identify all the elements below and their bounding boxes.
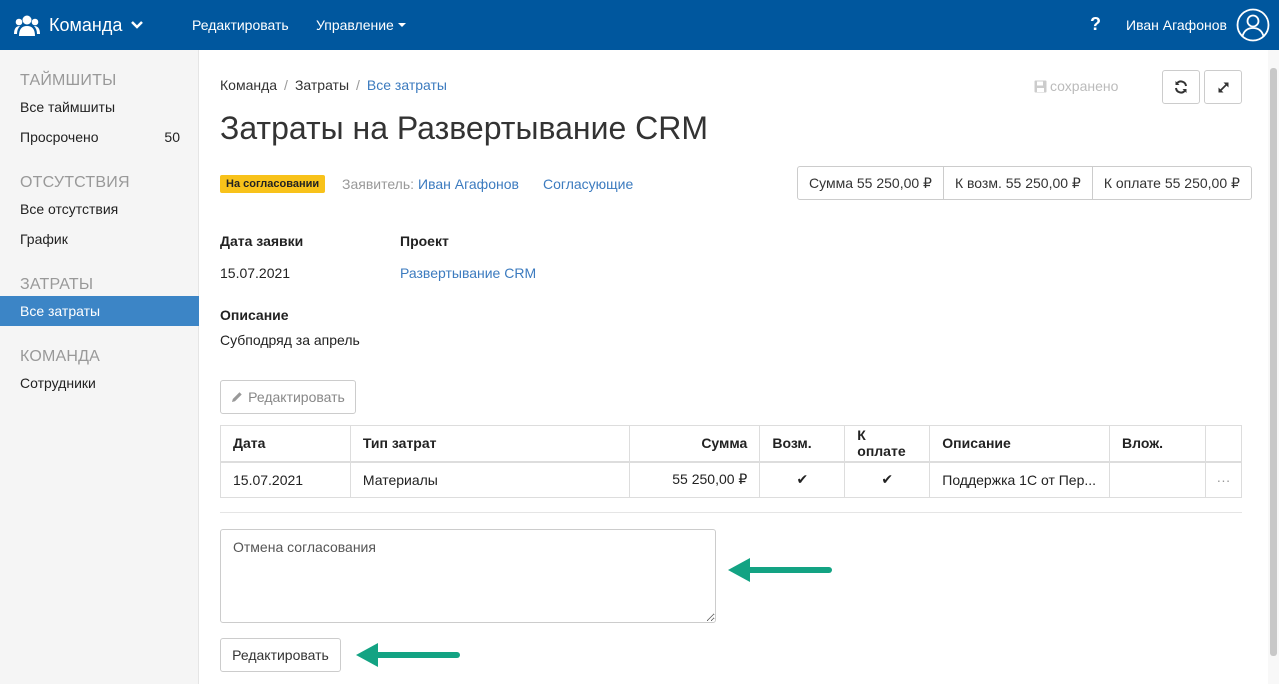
arrow-left-icon	[728, 558, 832, 582]
project-label: Проект	[400, 233, 449, 249]
expand-icon	[1218, 82, 1228, 92]
top-navbar: Команда Редактировать Управление ? Иван …	[0, 0, 1279, 50]
chevron-down-icon	[131, 21, 144, 29]
approvers-link[interactable]: Согласующие	[543, 176, 633, 192]
page-title: Затраты на Развертывание CRM	[220, 110, 708, 146]
check-icon: ✔	[844, 461, 931, 498]
arrow-left-icon	[356, 643, 460, 667]
comment-textarea[interactable]: Отмена согласования	[220, 529, 716, 623]
table-header-row: Дата Тип затрат Сумма Возм. К оплате Опи…	[220, 425, 1243, 463]
help-icon[interactable]: ?	[1090, 14, 1101, 35]
col-header-type[interactable]: Тип затрат	[349, 425, 631, 463]
breadcrumb-expenses[interactable]: Затраты	[295, 77, 349, 93]
cell-date: 15.07.2021	[220, 461, 351, 498]
sidebar-item-all-expenses[interactable]: Все затраты	[0, 296, 199, 326]
sidebar-item-label: График	[20, 231, 68, 247]
cell-description: Поддержка 1С от Пер...	[929, 461, 1111, 498]
description-value: Субподряд за апрель	[220, 332, 360, 348]
sidebar-item-employees[interactable]: Сотрудники	[0, 368, 199, 398]
sidebar-item-label: Сотрудники	[20, 375, 96, 391]
table-row[interactable]: 15.07.2021 Материалы 55 250,00 ₽ ✔ ✔ Под…	[220, 461, 1243, 498]
description-label: Описание	[220, 307, 289, 323]
breadcrumb-all-expenses[interactable]: Все затраты	[367, 77, 447, 93]
refresh-icon	[1175, 80, 1187, 94]
sidebar-heading-team: КОМАНДА	[20, 348, 101, 365]
col-header-to-pay[interactable]: К оплате	[844, 425, 931, 463]
sidebar-item-label: Просрочено	[20, 129, 99, 145]
refresh-button[interactable]	[1162, 70, 1200, 104]
applicant-label: Заявитель:	[342, 176, 415, 192]
pencil-icon	[232, 392, 242, 402]
sidebar-item-all-absences[interactable]: Все отсутствия	[0, 194, 199, 224]
col-header-amount[interactable]: Сумма	[629, 425, 761, 463]
brand-menu[interactable]: Команда	[14, 0, 144, 50]
sidebar-item-label: Все отсутствия	[20, 201, 119, 217]
sidebar-item-label: Все затраты	[20, 303, 101, 319]
total-sum: Сумма 55 250,00 ₽	[809, 175, 932, 191]
sidebar-heading-absences: ОТСУТСТВИЯ	[20, 174, 130, 191]
sidebar-heading-expenses: ЗАТРАТЫ	[20, 276, 94, 293]
divider	[220, 512, 1242, 513]
total-reimbursable: К возм. 55 250,00 ₽	[942, 167, 1092, 199]
sidebar-heading-timesheets: ТАЙМШИТЫ	[20, 72, 117, 89]
col-header-menu	[1204, 425, 1243, 463]
caret-down-icon	[397, 23, 406, 28]
edit-button-disabled[interactable]: Редактировать	[220, 380, 356, 414]
totals-group: Сумма 55 250,00 ₽ К возм. 55 250,00 ₽ К …	[797, 166, 1252, 200]
breadcrumb-team[interactable]: Команда	[220, 77, 277, 93]
sidebar: ТАЙМШИТЫ Все таймшиты Просрочено 50 ОТСУТ…	[0, 50, 199, 684]
edit-button-label: Редактировать	[248, 389, 345, 405]
status-badge: На согласовании	[220, 175, 326, 193]
breadcrumb: Команда / Затраты / Все затраты	[220, 77, 447, 93]
nav-manage-menu[interactable]: Управление	[316, 0, 406, 50]
cell-attachment	[1109, 461, 1206, 498]
col-header-reimb[interactable]: Возм.	[759, 425, 846, 463]
scrollbar[interactable]	[1268, 50, 1279, 684]
cell-type: Материалы	[349, 461, 631, 498]
sidebar-item-label: Все таймшиты	[20, 99, 116, 115]
expenses-table: Дата Тип затрат Сумма Возм. К оплате Опи…	[220, 425, 1243, 498]
project-link[interactable]: Развертывание CRM	[400, 265, 536, 281]
cell-amount: 55 250,00 ₽	[629, 461, 761, 498]
check-icon: ✔	[759, 461, 846, 498]
nav-manage-label: Управление	[316, 17, 394, 33]
expand-button[interactable]	[1204, 70, 1242, 104]
date-value: 15.07.2021	[220, 265, 291, 281]
date-label: Дата заявки	[220, 233, 304, 249]
nav-edit-link[interactable]: Редактировать	[192, 0, 289, 50]
brand-label: Команда	[49, 14, 123, 35]
saved-status: сохранено	[1034, 78, 1118, 94]
sidebar-item-overdue[interactable]: Просрочено 50	[0, 122, 199, 152]
user-avatar-icon[interactable]	[1236, 8, 1270, 42]
sidebar-item-schedule[interactable]: График	[0, 224, 199, 254]
total-to-pay: К оплате 55 250,00 ₽	[1091, 167, 1251, 199]
save-icon	[1034, 80, 1047, 93]
scrollbar-thumb[interactable]	[1270, 68, 1277, 656]
col-header-description[interactable]: Описание	[929, 425, 1111, 463]
col-header-attachment[interactable]: Влож.	[1109, 425, 1206, 463]
col-header-date[interactable]: Дата	[220, 425, 351, 463]
edit-button[interactable]: Редактировать	[220, 638, 341, 672]
team-icon	[14, 15, 40, 36]
applicant-link[interactable]: Иван Агафонов	[418, 176, 519, 192]
saved-status-text: сохранено	[1050, 78, 1119, 94]
overdue-count: 50	[164, 129, 180, 145]
user-name[interactable]: Иван Агафонов	[1126, 0, 1227, 50]
row-menu-icon[interactable]: ···	[1204, 461, 1243, 498]
sidebar-item-all-timesheets[interactable]: Все таймшиты	[0, 92, 199, 122]
